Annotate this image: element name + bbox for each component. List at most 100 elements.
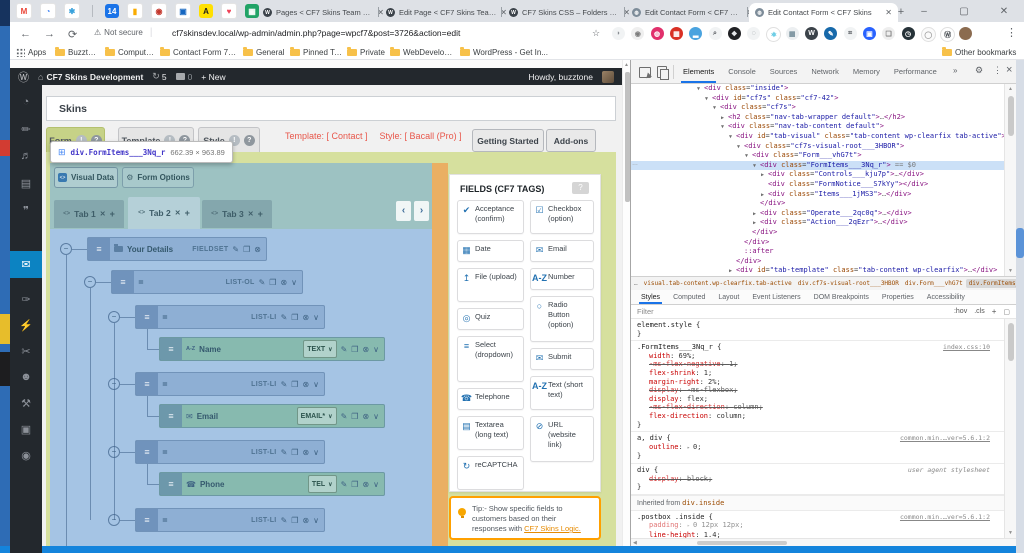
bookmark-star-icon[interactable]: ☆ <box>592 28 600 39</box>
skins-postbox-header[interactable]: Skins <box>46 96 616 121</box>
bookmark-folder[interactable]: Computers <box>105 47 156 58</box>
css-property[interactable]: flex-direction: column; <box>637 412 1000 421</box>
edit-icon[interactable]: ✎ <box>281 448 288 457</box>
chevron-down-icon[interactable]: ∨ <box>313 516 319 525</box>
field-button-text[interactable]: A-ZText (short text) <box>530 376 594 410</box>
bookmark-folder[interactable]: General <box>243 47 286 58</box>
blue-asterisk-app-pinned-icon[interactable]: ✱ <box>64 3 80 19</box>
tab-add-icon[interactable]: + <box>110 209 115 219</box>
css-property[interactable]: display: flex; <box>637 395 1000 404</box>
drag-handle[interactable]: ≡ <box>160 338 182 360</box>
styles-tab-event-listeners[interactable]: Event Listeners <box>750 290 802 304</box>
tree-row-list-li[interactable]: ≡≣LIST-LI✎❐⊗∨ <box>135 372 325 396</box>
styles-tab-layout[interactable]: Layout <box>716 290 741 304</box>
magnifier-ext-icon[interactable]: ⌕ <box>709 27 722 40</box>
sidebar-item-dashboard[interactable]: ◔ <box>10 96 42 108</box>
edit-icon[interactable]: ✎ <box>281 380 288 389</box>
dark-badge-ext-icon[interactable]: ❖ <box>728 27 741 40</box>
field-button-acceptance[interactable]: ✔Acceptance (confirm) <box>457 200 524 234</box>
drag-handle[interactable]: ≡ <box>136 509 158 531</box>
circle-ext-icon[interactable]: ◯ <box>921 27 936 42</box>
comments-menu[interactable]: 0 <box>176 72 193 82</box>
css-property[interactable]: display: block; <box>637 475 1000 484</box>
security-badge[interactable]: ⚠ Not secure | <box>94 27 152 38</box>
howdy-label[interactable]: Howdy, buzztone <box>528 72 593 82</box>
duplicate-icon[interactable]: ❐ <box>291 516 298 525</box>
dom-node[interactable]: ::after <box>631 247 1004 257</box>
wp-circle-ext-icon[interactable]: Ⓦ <box>940 27 955 42</box>
tree-row-name[interactable]: ≡A-ZNameTEXT∨✎❐⊗∨ <box>159 337 385 361</box>
edit-icon[interactable]: ✎ <box>341 480 348 489</box>
dom-node[interactable]: </div> <box>631 238 1004 248</box>
devtools-tab-console[interactable]: Console <box>726 60 758 83</box>
delete-icon[interactable]: ⊗ <box>254 245 261 254</box>
sidebar-item-plugins[interactable]: ⚡ <box>10 319 42 332</box>
dom-node[interactable]: ▶<div id="tab-template" class="tab-conte… <box>631 266 1004 276</box>
page-scrollbar[interactable]: ▲ <box>622 60 630 546</box>
editor-tab-2-active[interactable]: <>Tab 2✕+ <box>128 197 200 229</box>
delete-icon[interactable]: ⊗ <box>362 345 369 354</box>
drag-handle[interactable]: ≡ <box>160 405 182 427</box>
gray-dot-ext-icon[interactable]: ◌ <box>747 27 760 40</box>
delete-icon[interactable]: ⊗ <box>362 412 369 421</box>
browser-tab[interactable]: WCF7 Skins CSS – Folders & File✕ <box>503 3 636 22</box>
css-property[interactable]: flex-shrink: 1; <box>637 369 1000 378</box>
delete-icon[interactable]: ⊗ <box>280 278 287 287</box>
expand-shorthand-icon[interactable]: ▸ <box>687 523 693 529</box>
dom-node[interactable]: ▶<div class="Operate___2qc0q">…</div> <box>631 209 1004 219</box>
css-property[interactable]: display: -ms-flexbox; <box>637 386 1000 395</box>
scroll-down-icon[interactable]: ▼ <box>1005 268 1016 274</box>
field-button-submit[interactable]: ✉Submit <box>530 348 594 370</box>
url-field[interactable]: cf7skinsdev.local/wp-admin/admin.php?pag… <box>172 28 572 38</box>
dom-node[interactable]: ▼<div class="cf7s-visual-root___3HBOR"> <box>631 142 1004 152</box>
dom-node[interactable]: ▶<div class="Items___1jMS3">…</div> <box>631 190 1004 200</box>
sidebar-item-users[interactable]: ☻ <box>10 371 42 383</box>
scrollbar-thumb[interactable] <box>1008 323 1014 361</box>
tab-close-icon[interactable]: ✕ <box>175 209 181 217</box>
field-button-recaptcha[interactable]: ↻reCAPTCHA <box>457 456 524 490</box>
duplicate-icon[interactable]: ❐ <box>291 313 298 322</box>
field-type-select[interactable]: EMAIL*∨ <box>297 407 337 425</box>
bookmark-folder[interactable]: Contact Form 7 Skins <box>160 47 239 58</box>
styles-scrollbar[interactable]: ▼ <box>1004 319 1016 538</box>
addons-button[interactable]: Add-ons <box>546 129 596 152</box>
tree-row-list-li[interactable]: ≡≣LIST-LI✎❐⊗∨ <box>135 305 325 329</box>
tab-add-icon[interactable]: + <box>258 209 263 219</box>
reload-icon[interactable]: ⟳ <box>68 28 77 41</box>
sidebar-item-comments[interactable]: ❞ <box>10 204 42 217</box>
css-property[interactable]: margin-right: 2%; <box>637 378 1000 387</box>
css-property[interactable]: line-height: 1.4; <box>637 531 1000 538</box>
sidebar-item-collapse-menu[interactable]: ◉ <box>10 449 42 462</box>
stylesheet-link[interactable]: common.min.…ver=5.6.1:2 <box>900 513 990 522</box>
duplicate-icon[interactable]: ❐ <box>291 448 298 457</box>
field-button-url[interactable]: ⊘URL (website link) <box>530 416 594 462</box>
delete-icon[interactable]: ⊗ <box>302 313 309 322</box>
color-wheel-pinned-icon[interactable]: ◉ <box>151 3 167 19</box>
dom-node[interactable]: ▶<div class="Controls___kju7p">…</div> <box>631 170 1004 180</box>
duplicate-icon[interactable]: ❐ <box>291 380 298 389</box>
css-property[interactable]: outline: ▸ 0; <box>637 443 1000 453</box>
devtools-menu-icon[interactable]: ⋮ <box>993 65 1002 76</box>
editor-tab-1[interactable]: <>Tab 1✕+ <box>54 200 124 228</box>
duplicate-icon[interactable]: ❐ <box>351 480 358 489</box>
edit-icon[interactable]: ✎ <box>281 516 288 525</box>
class-toggle[interactable]: .cls <box>974 308 985 315</box>
scroll-up-icon[interactable]: ▲ <box>1005 86 1016 92</box>
devtools-close-icon[interactable]: × <box>1006 64 1012 76</box>
browser-tab-active[interactable]: ◍Edit Contact Form < CF7 Skins✕ <box>749 3 898 22</box>
more-tabs-icon[interactable]: » <box>953 66 957 75</box>
sidebar-item-pages[interactable]: ▤ <box>10 177 42 190</box>
dom-node[interactable]: </div> <box>631 228 1004 238</box>
dom-node[interactable]: ▼<div class="nav-tab-content default"> <box>631 122 1004 132</box>
delete-icon[interactable]: ⊗ <box>302 516 309 525</box>
browser-tab[interactable]: ◍Edit Contact Form < CF7 Skins✕ <box>626 3 759 22</box>
tab-close-icon[interactable]: ✕ <box>100 210 106 218</box>
styles-horizontal-scrollbar[interactable]: ◀ <box>631 538 1016 546</box>
edit-icon[interactable]: ✎ <box>259 278 266 287</box>
tab-close-icon[interactable]: ✕ <box>885 8 892 17</box>
tabs-prev-button[interactable]: ‹ <box>396 201 411 221</box>
duplicate-icon[interactable]: ❐ <box>269 278 276 287</box>
collapse-node-icon[interactable]: − <box>108 311 120 323</box>
pocket-pinned-icon[interactable]: ♥ <box>221 3 237 19</box>
dom-node[interactable]: ▼<div id="cf7s" class="cf7-42"> <box>631 94 1004 104</box>
